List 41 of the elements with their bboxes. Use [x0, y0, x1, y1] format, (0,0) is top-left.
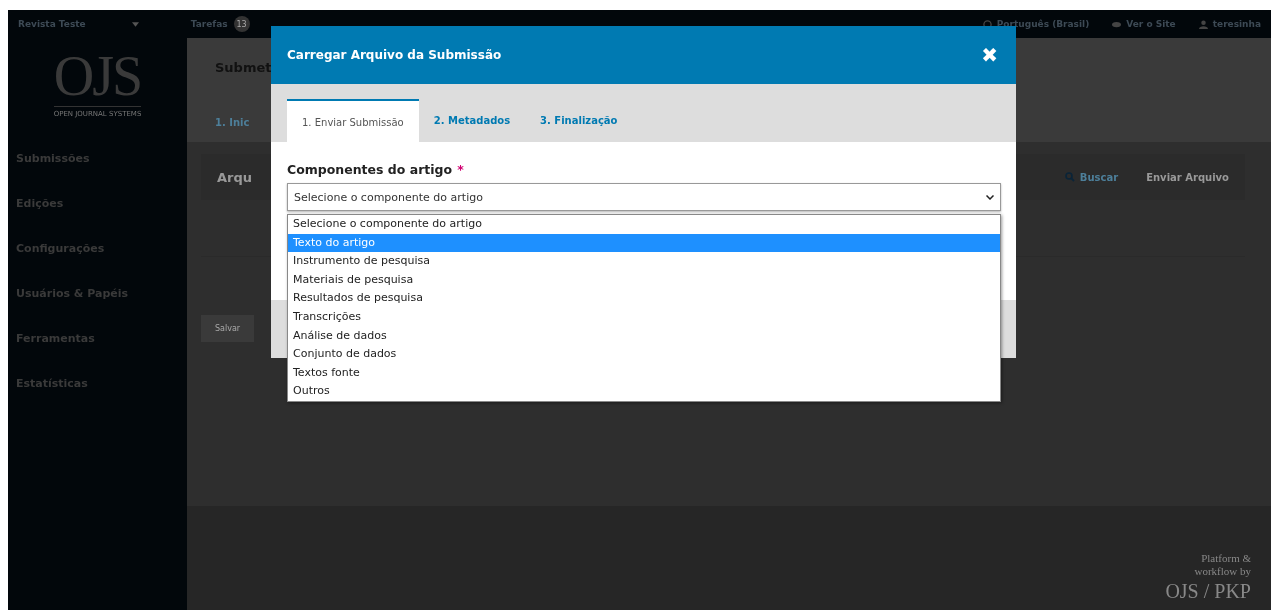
- dropdown-option[interactable]: Resultados de pesquisa: [288, 289, 1000, 308]
- sidebar-item[interactable]: Ferramentas: [8, 316, 187, 361]
- step-tab[interactable]: 1. Enviar Submissão: [287, 99, 419, 142]
- pkp-logo: Platform & workflow by OJS / PKP: [1165, 551, 1251, 604]
- sidebar-item[interactable]: Estatísticas: [8, 361, 187, 406]
- save-button[interactable]: Salvar: [201, 315, 255, 342]
- dropdown-option[interactable]: Texto do artigo: [288, 233, 1000, 253]
- user-icon: [1198, 19, 1208, 29]
- dropdown-option[interactable]: Análise de dados: [288, 326, 1000, 346]
- dropdown-option[interactable]: Textos fonte: [288, 363, 1000, 383]
- tasks-link[interactable]: Tarefas: [190, 19, 228, 29]
- dropdown-option[interactable]: Conjunto de dados: [288, 345, 1000, 364]
- search-icon: [1064, 172, 1075, 182]
- tasks-count: 13: [233, 16, 250, 32]
- sidebar-item[interactable]: Submissões: [8, 136, 187, 181]
- close-button[interactable]: ✖: [981, 43, 998, 67]
- field-label: Componentes do artigo: [287, 162, 453, 177]
- panel-title: Arqu: [217, 169, 253, 185]
- dropdown-option[interactable]: Selecione o componente do artigo: [288, 215, 1000, 234]
- search-link[interactable]: Buscar: [1064, 171, 1119, 183]
- upload-link[interactable]: Enviar Arquivo: [1146, 171, 1229, 183]
- step-tab[interactable]: 3. Finalização: [525, 99, 633, 142]
- required-mark: *: [457, 162, 464, 177]
- dialog-title: Carregar Arquivo da Submissão: [287, 48, 502, 62]
- component-select[interactable]: Selecione o componente do artigo: [287, 183, 1001, 211]
- user-menu[interactable]: teresinha: [1212, 19, 1261, 29]
- dropdown-option[interactable]: Instrumento de pesquisa: [288, 252, 1000, 271]
- chevron-icon: [986, 194, 994, 200]
- view-site-link[interactable]: Ver o Site: [1126, 19, 1176, 29]
- eye-icon: [1112, 19, 1122, 29]
- ojs-logo: OJS: [53, 48, 142, 104]
- sidebar-item[interactable]: Configurações: [8, 226, 187, 271]
- dropdown-option[interactable]: Materiais de pesquisa: [288, 270, 1000, 290]
- dropdown-option[interactable]: Transcrições: [288, 307, 1000, 327]
- step-tab[interactable]: 2. Metadados: [418, 99, 526, 142]
- caret-icon: [131, 21, 139, 27]
- sidebar-item[interactable]: Usuários & Papéis: [8, 271, 187, 316]
- journal-switcher[interactable]: Revista Teste: [18, 19, 86, 29]
- language-link[interactable]: Português (Brasil): [996, 19, 1090, 29]
- sidebar-item[interactable]: Edições: [8, 181, 187, 226]
- dropdown-option[interactable]: Outros: [288, 382, 1000, 401]
